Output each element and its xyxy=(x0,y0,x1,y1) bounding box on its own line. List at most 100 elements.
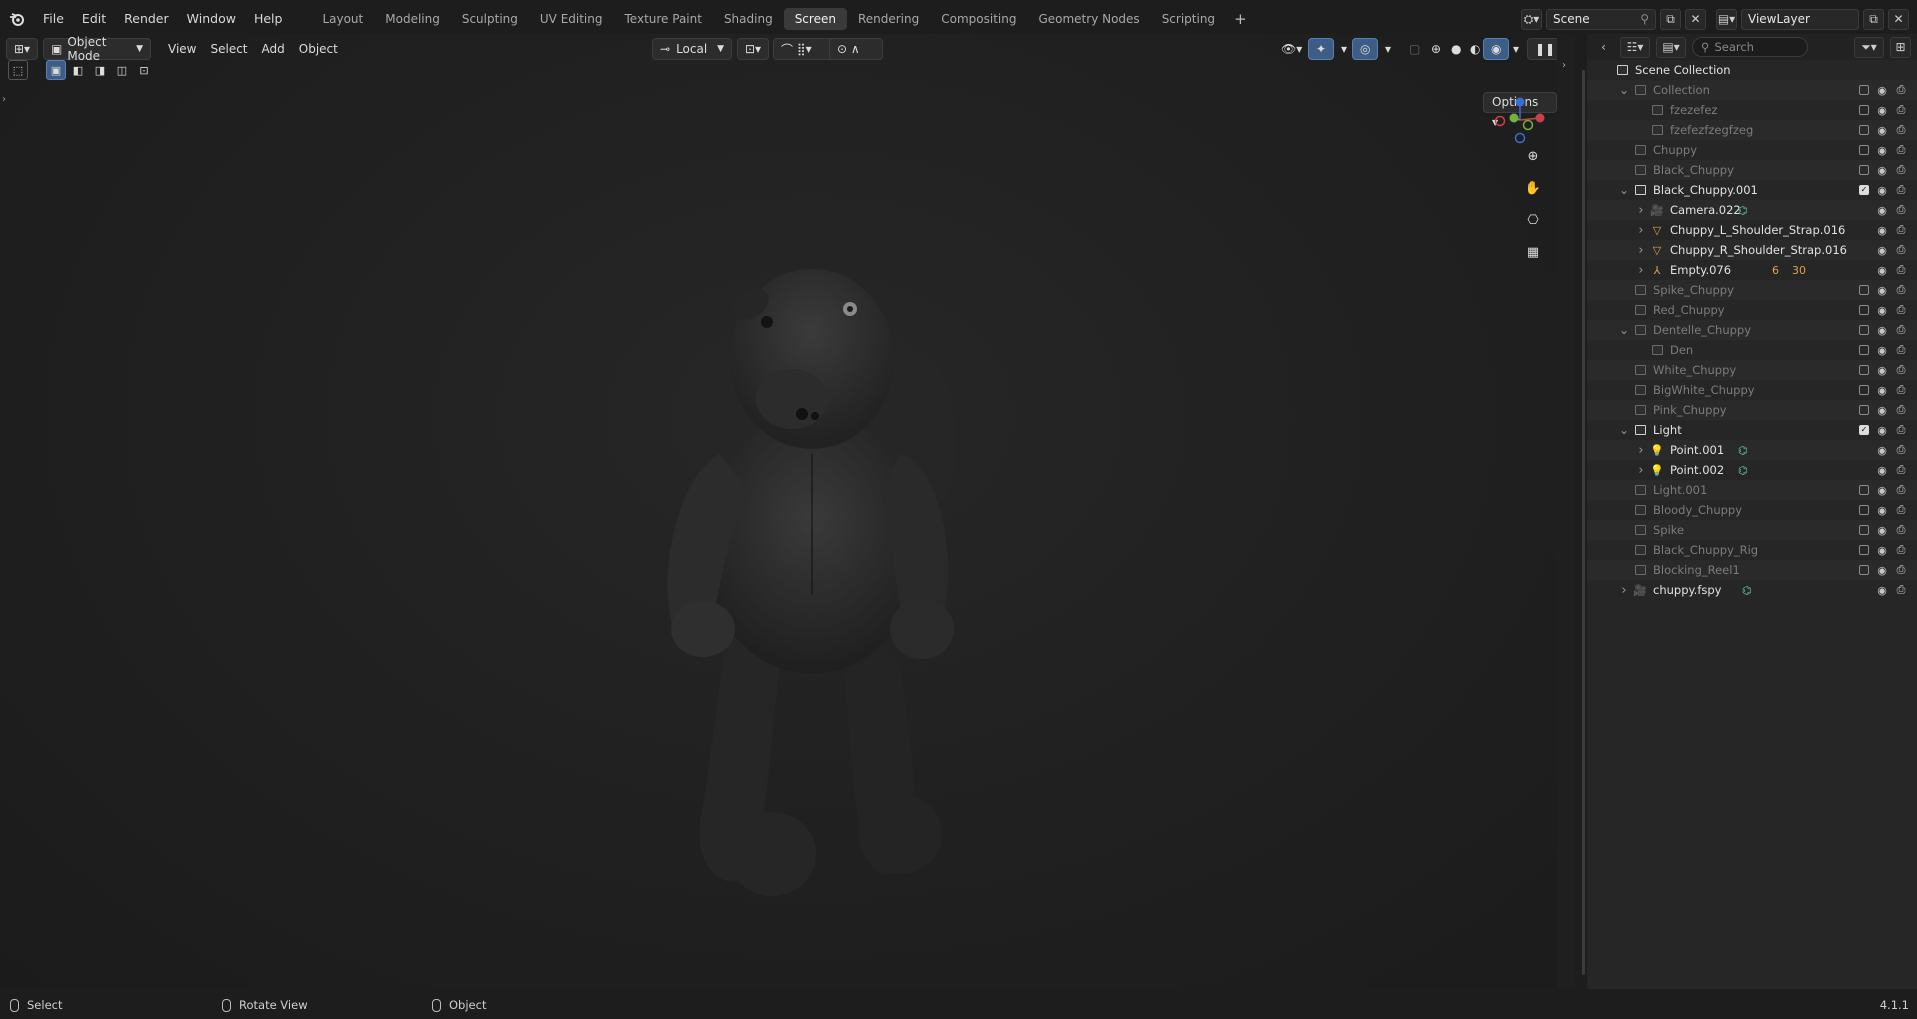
chuppy-3d-model[interactable] xyxy=(600,264,1020,904)
overlays-toggle-icon[interactable]: ◎ xyxy=(1352,38,1379,60)
eye-icon[interactable]: ◉ xyxy=(1876,304,1888,317)
eye-icon[interactable]: ◉ xyxy=(1876,584,1888,597)
select-invert-icon[interactable]: ◫ xyxy=(112,60,132,80)
select-new-icon[interactable]: ▣ xyxy=(46,60,66,80)
tab-geometry-nodes[interactable]: Geometry Nodes xyxy=(1027,8,1150,30)
add-workspace-icon[interactable]: + xyxy=(1226,10,1255,28)
render-camera-icon[interactable]: ⎙ xyxy=(1895,303,1907,317)
select-extend-icon[interactable]: ◧ xyxy=(68,60,88,80)
tab-compositing[interactable]: Compositing xyxy=(930,8,1027,30)
outliner-row[interactable]: Spike ◉ ⎙ xyxy=(1587,520,1917,540)
outliner-row[interactable]: Pink_Chuppy ◉ ⎙ xyxy=(1587,400,1917,420)
tab-texture-paint[interactable]: Texture Paint xyxy=(614,8,713,30)
exclude-checkbox[interactable] xyxy=(1859,365,1869,375)
tab-layout[interactable]: Layout xyxy=(311,8,374,30)
eye-icon[interactable]: ◉ xyxy=(1876,124,1888,137)
menu-window[interactable]: Window xyxy=(178,8,245,30)
outliner-row[interactable]: Black_Chuppy_Rig ◉ ⎙ xyxy=(1587,540,1917,560)
outliner-row[interactable]: › 🎥 chuppy.fspy ⌬ ◉ ⎙ xyxy=(1587,580,1917,600)
chevron-right-icon[interactable]: › xyxy=(1634,443,1648,458)
exclude-checkbox[interactable] xyxy=(1859,525,1869,535)
exclude-checkbox[interactable] xyxy=(1859,305,1869,315)
eye-icon[interactable]: ◉ xyxy=(1876,444,1888,457)
exclude-checkbox[interactable] xyxy=(1859,405,1869,415)
eye-icon[interactable]: ◉ xyxy=(1876,504,1888,517)
constraint-data-icon[interactable]: 30 xyxy=(1792,264,1806,277)
camera-view-icon[interactable]: ⎔ xyxy=(1521,208,1545,232)
delete-scene-icon[interactable]: ✕ xyxy=(1685,8,1706,30)
menu-help[interactable]: Help xyxy=(245,8,292,30)
eye-icon[interactable]: ◉ xyxy=(1876,324,1888,337)
render-camera-icon[interactable]: ⎙ xyxy=(1895,283,1907,297)
render-camera-icon[interactable]: ⎙ xyxy=(1895,443,1907,457)
exclude-checkbox[interactable] xyxy=(1859,285,1869,295)
object-data-icon[interactable]: ⌬ xyxy=(1742,584,1752,597)
tab-scripting[interactable]: Scripting xyxy=(1151,8,1226,30)
view-layer-browse-icon[interactable]: ▤▾ xyxy=(1716,8,1737,30)
outliner-row[interactable]: Den ◉ ⎙ xyxy=(1587,340,1917,360)
tab-shading[interactable]: Shading xyxy=(713,8,784,30)
eye-icon[interactable]: ◉ xyxy=(1876,244,1888,257)
render-camera-icon[interactable]: ⎙ xyxy=(1895,103,1907,117)
render-camera-icon[interactable]: ⎙ xyxy=(1895,383,1907,397)
scene-collection-row[interactable]: Scene Collection xyxy=(1587,60,1917,80)
render-camera-icon[interactable]: ⎙ xyxy=(1895,363,1907,377)
object-data-icon[interactable]: ⌬ xyxy=(1738,444,1748,457)
render-camera-icon[interactable]: ⎙ xyxy=(1895,243,1907,257)
3d-viewport[interactable]: ⊞▾ ▣ Object Mode ▼ View Select Add Object … xyxy=(0,34,1564,989)
tab-screen[interactable]: Screen xyxy=(783,8,847,30)
outliner-collapse-icon[interactable]: ‹ xyxy=(1593,37,1614,58)
render-camera-icon[interactable]: ⎙ xyxy=(1895,203,1907,217)
render-camera-icon[interactable]: ⎙ xyxy=(1895,583,1907,597)
new-scene-icon[interactable]: ⧉ xyxy=(1660,8,1681,30)
scene-name-field[interactable]: Scene ⚲ xyxy=(1546,8,1656,30)
eye-icon[interactable]: ◉ xyxy=(1876,544,1888,557)
outliner-row[interactable]: › ▽ Chuppy_L_Shoulder_Strap.016 ◉ ⎙ xyxy=(1587,220,1917,240)
exclude-checkbox[interactable] xyxy=(1859,145,1869,155)
outliner-row[interactable]: ⌄ Light ✓ ◉ ⎙ xyxy=(1587,420,1917,440)
exclude-checkbox[interactable]: ✓ xyxy=(1859,425,1869,435)
exclude-checkbox[interactable] xyxy=(1859,105,1869,115)
render-camera-icon[interactable]: ⎙ xyxy=(1895,123,1907,137)
render-camera-icon[interactable]: ⎙ xyxy=(1895,403,1907,417)
exclude-checkbox[interactable] xyxy=(1859,485,1869,495)
chevron-right-icon[interactable]: › xyxy=(1634,243,1648,258)
chevron-right-icon[interactable]: › xyxy=(1634,463,1648,478)
pin-icon[interactable]: ⚲ xyxy=(1640,12,1649,26)
tab-uv-editing[interactable]: UV Editing xyxy=(529,8,614,30)
viewport-v-scrollbar[interactable] xyxy=(1582,70,1585,975)
pivot-point-icon[interactable]: ⊡▾ xyxy=(737,38,769,60)
new-view-layer-icon[interactable]: ⧉ xyxy=(1863,8,1884,30)
editor-type-icon[interactable]: ⊞▾ xyxy=(6,38,38,60)
chevron-down-icon[interactable]: ⌄ xyxy=(1617,323,1631,337)
object-data-icon[interactable]: ⌬ xyxy=(1738,464,1748,477)
navigation-gizmo[interactable] xyxy=(1492,92,1548,148)
chevron-right-icon[interactable]: › xyxy=(1617,583,1631,598)
exclude-checkbox[interactable] xyxy=(1859,545,1869,555)
eye-icon[interactable]: ◉ xyxy=(1876,164,1888,177)
outliner-row[interactable]: fzefezfzegfzeg ◉ ⎙ xyxy=(1587,120,1917,140)
exclude-checkbox[interactable] xyxy=(1859,345,1869,355)
eye-icon[interactable]: ◉ xyxy=(1876,564,1888,577)
perspective-toggle-icon[interactable]: ▦ xyxy=(1521,240,1545,264)
exclude-checkbox[interactable] xyxy=(1859,125,1869,135)
chevron-down-icon[interactable]: ⌄ xyxy=(1617,83,1631,97)
render-camera-icon[interactable]: ⎙ xyxy=(1895,523,1907,537)
outliner-row[interactable]: Black_Chuppy ◉ ⎙ xyxy=(1587,160,1917,180)
render-camera-icon[interactable]: ⎙ xyxy=(1895,183,1907,197)
area-separator[interactable]: › xyxy=(1557,34,1575,989)
blender-logo-icon[interactable] xyxy=(0,4,34,34)
exclude-checkbox[interactable] xyxy=(1859,325,1869,335)
outliner-row[interactable]: Spike_Chuppy ◉ ⎙ xyxy=(1587,280,1917,300)
display-mode-icon[interactable]: ☷▾ xyxy=(1620,36,1650,58)
eye-icon[interactable]: ◉ xyxy=(1876,284,1888,297)
chevron-right-icon[interactable]: › xyxy=(1634,223,1648,238)
overlays-dropdown-icon[interactable]: ▾ xyxy=(1378,38,1398,60)
object-data-icon[interactable]: ⌬ xyxy=(1738,204,1748,217)
outliner-row[interactable]: White_Chuppy ◉ ⎙ xyxy=(1587,360,1917,380)
render-camera-icon[interactable]: ⎙ xyxy=(1895,503,1907,517)
eye-icon[interactable]: ◉ xyxy=(1876,224,1888,237)
scene-browse-icon[interactable]: ⛭▾ xyxy=(1521,8,1542,30)
select-intersect-icon[interactable]: ⊡ xyxy=(134,60,154,80)
outliner-row[interactable]: Light.001 ◉ ⎙ xyxy=(1587,480,1917,500)
